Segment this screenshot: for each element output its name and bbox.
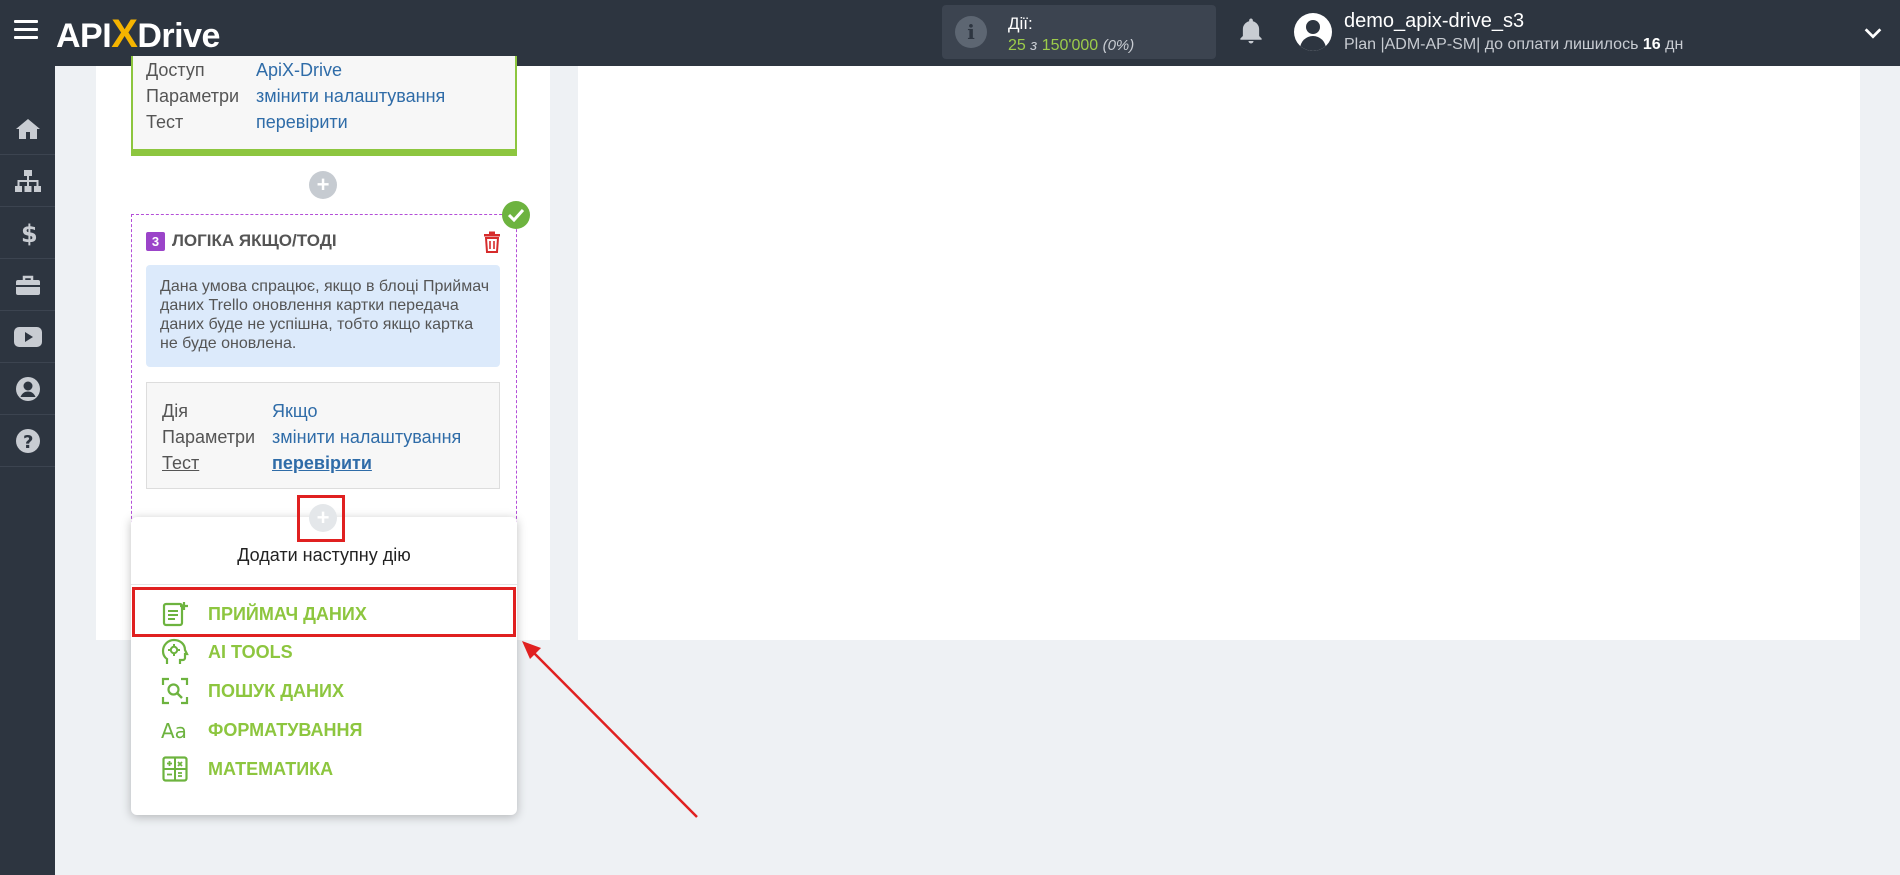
block-title: ЛОГІКА ЯКЩО/ТОДІ	[172, 231, 337, 250]
ai-head-icon	[160, 637, 190, 667]
action-value[interactable]: Якщо	[272, 401, 318, 422]
dropdown-title: Додати наступну дію	[237, 545, 411, 565]
search-frame-icon	[160, 676, 190, 706]
row-value[interactable]: ApiX-Drive	[256, 60, 342, 81]
sidebar: $ ?	[0, 66, 55, 875]
test-link[interactable]: перевірити	[256, 112, 348, 133]
svg-text:$: $	[21, 220, 37, 246]
logo[interactable]: APIXDrive	[56, 12, 220, 57]
check-icon	[502, 201, 530, 229]
youtube-icon[interactable]	[0, 311, 55, 363]
actions-count: 25 з 150'000 (0%)	[1008, 37, 1135, 54]
svg-text:?: ?	[23, 432, 33, 453]
highlight-box	[132, 587, 516, 637]
menu-item-formatting[interactable]: Aa ФОРМАТУВАННЯ	[160, 714, 362, 746]
briefcase-icon[interactable]	[0, 259, 55, 311]
bell-icon[interactable]	[1236, 16, 1266, 46]
menu-icon[interactable]	[14, 20, 38, 44]
home-icon[interactable]	[0, 103, 55, 155]
sitemap-icon[interactable]	[0, 155, 55, 207]
menu-item-math[interactable]: МАТЕМАТИКА	[160, 753, 333, 785]
test-link[interactable]: перевірити	[272, 453, 372, 474]
menu-item-label: ПОШУК ДАНИХ	[208, 680, 344, 701]
row-key: Доступ	[146, 60, 205, 80]
row-key: Тест	[146, 112, 184, 132]
change-settings-link[interactable]: змінити налаштування	[256, 86, 445, 107]
menu-item-label: МАТЕМАТИКА	[208, 758, 334, 779]
calculator-icon	[160, 754, 190, 784]
menu-item-data-search[interactable]: ПОШУК ДАНИХ	[160, 675, 344, 707]
row-key: Тест	[162, 453, 200, 473]
row-key: Параметри	[162, 427, 256, 447]
svg-text:Aa: Aa	[161, 719, 187, 742]
plan-info: Plan |ADM-AP-SM| до оплати лишилось 16 д…	[1344, 36, 1684, 53]
info-icon: i	[955, 16, 987, 48]
add-step-button[interactable]: +	[309, 171, 337, 199]
chevron-down-icon[interactable]	[1862, 22, 1884, 44]
settings-panel	[578, 66, 1860, 640]
step-number-badge: 3	[146, 232, 165, 251]
menu-item-label: ФОРМАТУВАННЯ	[208, 719, 363, 740]
username[interactable]: demo_apix-drive_s3	[1344, 10, 1524, 33]
divider	[131, 584, 517, 585]
dollar-icon[interactable]: $	[0, 207, 55, 259]
avatar[interactable]	[1294, 13, 1332, 51]
info-text: Дана умова спрацює, якщо в блоці Приймач…	[160, 278, 490, 352]
trash-icon[interactable]	[483, 231, 501, 253]
change-settings-link[interactable]: змінити налаштування	[272, 427, 461, 448]
menu-item-ai-tools[interactable]: AI TOOLS	[160, 636, 293, 668]
actions-label: Дії:	[1008, 14, 1033, 33]
text-format-icon: Aa	[160, 715, 190, 745]
highlight-box	[297, 495, 345, 542]
help-icon[interactable]: ?	[0, 415, 55, 467]
actions-counter: i Дії: 25 з 150'000 (0%)	[942, 5, 1216, 59]
row-key: Параметри	[146, 86, 240, 106]
row-key: Дія	[162, 401, 188, 421]
user-icon[interactable]	[0, 363, 55, 415]
menu-item-label: AI TOOLS	[208, 641, 293, 662]
